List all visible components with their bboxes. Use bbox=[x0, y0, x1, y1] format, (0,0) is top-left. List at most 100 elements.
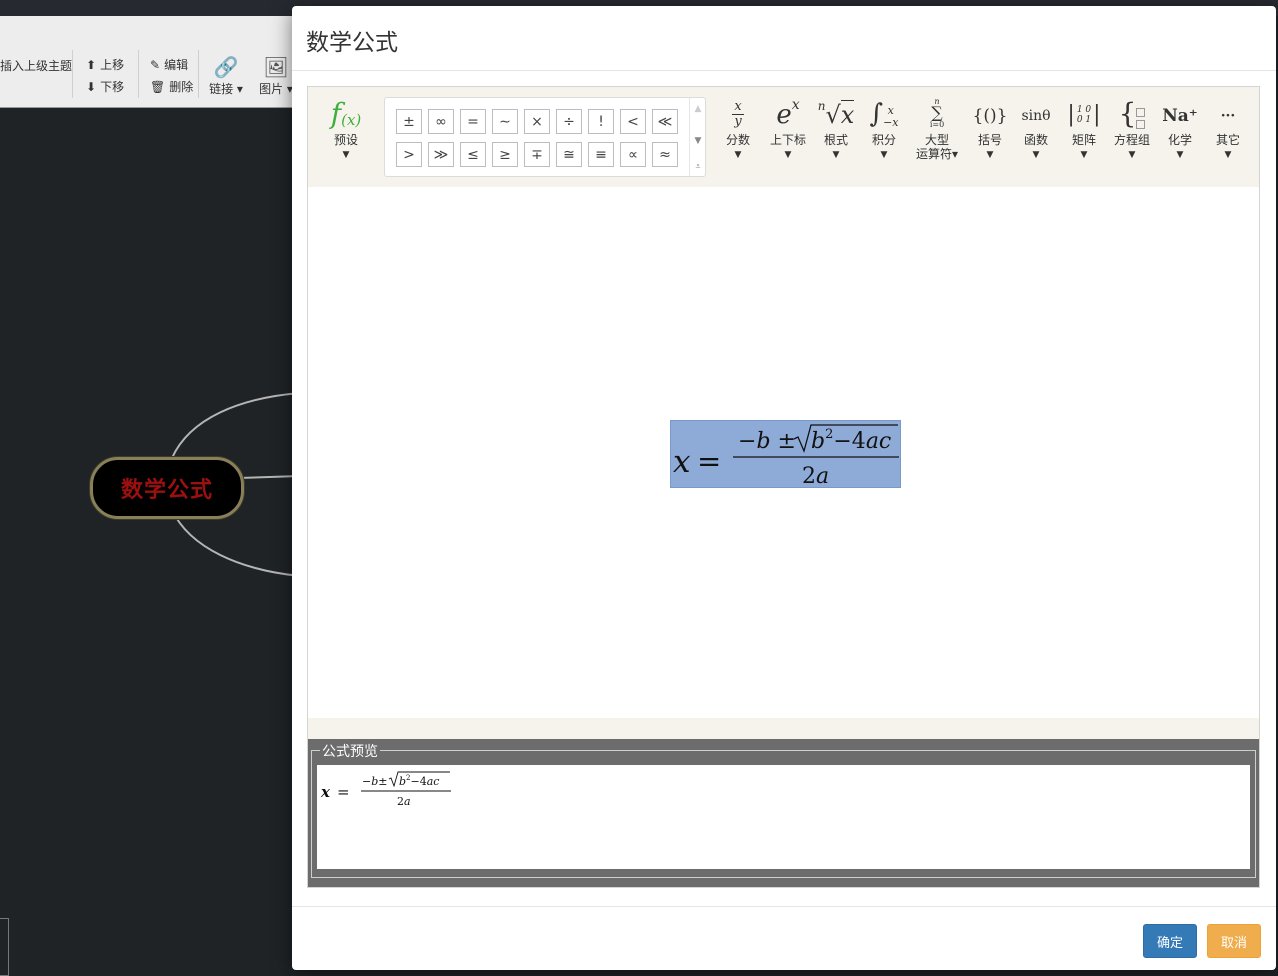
caret-down-icon: ▼ bbox=[986, 150, 994, 160]
caret-down-icon: ▼ bbox=[1128, 150, 1136, 160]
svg-text:−b±: −b± bbox=[362, 775, 387, 788]
central-topic-label: 数学公式 bbox=[120, 478, 213, 503]
symbol-button[interactable]: ∼ bbox=[492, 109, 518, 134]
matrix-button[interactable]: | 1 00 1 | 矩阵 ▼ bbox=[1064, 95, 1104, 161]
symbol-panel: ± ∞ = ∼ × ÷! < ≪ > ≫ ≤ ≥ ∓ ≅ ≡ ∝ ≈ ▲ ▼ ⩡ bbox=[384, 97, 706, 177]
preset-label: 预设 bbox=[333, 133, 358, 147]
svg-text:x: x bbox=[320, 783, 331, 801]
move-up-button[interactable]: ⬆ 上移 bbox=[86, 56, 124, 73]
svg-text:b2−4ac: b2−4ac bbox=[399, 774, 439, 788]
symbol-button[interactable]: ≈ bbox=[652, 142, 678, 167]
preset-button[interactable]: f (x) 预设 ▼ bbox=[322, 95, 370, 161]
caret-down-icon: ▼ bbox=[1080, 150, 1088, 160]
chemistry-label: 化学 bbox=[1167, 133, 1192, 147]
formula-preview-render: x = −b± b2−4ac 2a bbox=[320, 771, 451, 808]
symbol-button[interactable]: ≫ bbox=[428, 142, 454, 167]
sin-theta-icon: sinθ bbox=[1021, 108, 1051, 124]
integral-button[interactable]: ∫ x −x 积分 ▼ bbox=[864, 95, 904, 161]
symbol-button[interactable]: ≅ bbox=[556, 142, 582, 167]
symbol-button[interactable]: > bbox=[396, 142, 422, 167]
other-button[interactable]: ··· 其它 ▼ bbox=[1208, 95, 1248, 161]
more-icon: ··· bbox=[1220, 108, 1236, 124]
caret-down-icon: ▼ bbox=[784, 150, 792, 160]
central-topic-node[interactable]: 数学公式 bbox=[90, 457, 244, 519]
edit-label: 编辑 bbox=[164, 58, 189, 72]
math-formula-dialog: 数学公式 f (x) 预设 ▼ ± ∞ = ∼ × ÷! < ≪ > ≫ ≤ ≥ ∓ ≅ ≡ ∝ ≈ ▲ ▼ ⩡ bbox=[292, 6, 1276, 970]
caret-down-icon: ▼ bbox=[1032, 150, 1040, 160]
symbol-button[interactable]: ± bbox=[396, 109, 422, 134]
mindmap-connectors bbox=[171, 392, 300, 577]
chemistry-icon: Na⁺ bbox=[1162, 106, 1198, 126]
preview-legend: 公式预览 bbox=[320, 741, 380, 761]
insert-parent-topic-button[interactable]: 插入上级主题 bbox=[0, 57, 72, 74]
formula-preview: x = −b± b2−4ac 2a bbox=[317, 765, 1250, 869]
fraction-button[interactable]: xy 分数 ▼ bbox=[718, 95, 758, 161]
move-up-label: 上移 bbox=[100, 58, 125, 72]
bracket-icon: {()} bbox=[972, 106, 1008, 126]
caret-down-icon: ▼ bbox=[832, 150, 840, 160]
equation-system-label: 方程组 bbox=[1113, 133, 1150, 147]
symbol-button[interactable]: = bbox=[460, 109, 486, 134]
function-fx-icon: f (x) bbox=[330, 97, 362, 130]
symbol-button[interactable]: ≥ bbox=[492, 142, 518, 167]
radical-button[interactable]: n √ x 根式 ▼ bbox=[816, 95, 856, 161]
fraction-icon: xy bbox=[718, 95, 758, 129]
large-operator-label-line1: 大型 bbox=[924, 133, 949, 147]
fraction-label: 分数 bbox=[725, 133, 750, 147]
caret-down-icon: ▼ bbox=[1176, 150, 1184, 160]
trash-icon: 🗑 bbox=[150, 79, 166, 94]
scroll-down-icon[interactable]: ▼ bbox=[690, 134, 706, 148]
caret-down-icon: ▼ bbox=[734, 150, 742, 160]
link-label: 链接 bbox=[209, 82, 234, 96]
symbol-button[interactable]: ≡ bbox=[588, 142, 614, 167]
large-operator-label: 大型 运算符▾ bbox=[912, 133, 962, 161]
link-button[interactable]: 🔗 链接 ▾ bbox=[204, 54, 248, 97]
svg-text:−b ±: −b ± bbox=[738, 429, 796, 454]
scroll-up-icon[interactable]: ▲ bbox=[690, 102, 706, 116]
app-toolbar: 插入上级主题 ⬆ 上移 ⬇ 下移 ✎ 编辑 🗑 删除 🔗 链接 ▾ 🖼 图片 ▾ bbox=[0, 16, 300, 108]
preview-fieldset: 公式预览 x = −b± b2−4ac 2a bbox=[311, 741, 1256, 878]
symbol-button[interactable]: ≤ bbox=[460, 142, 486, 167]
move-down-button[interactable]: ⬇ 下移 bbox=[86, 78, 124, 95]
caret-down-icon: ▼ bbox=[342, 150, 350, 160]
formula-edit-area[interactable]: x = −b ± b2−4ac 2a bbox=[308, 187, 1259, 718]
mindmap-canvas[interactable] bbox=[0, 108, 300, 974]
symbol-button[interactable]: < bbox=[620, 109, 646, 134]
function-button[interactable]: sinθ 函数 ▼ bbox=[1016, 95, 1056, 161]
chemistry-button[interactable]: Na⁺ 化学 ▼ bbox=[1160, 95, 1200, 161]
equation-system-button[interactable]: { 方程组 ▼ bbox=[1110, 95, 1154, 161]
expand-icon[interactable]: ⩡ bbox=[690, 160, 706, 174]
symbol-button[interactable]: × bbox=[524, 109, 550, 134]
other-label: 其它 bbox=[1215, 133, 1240, 147]
summation-icon: n ∑ i=0 bbox=[929, 97, 945, 129]
superscript-icon: ex bbox=[776, 97, 800, 130]
integral-label: 积分 bbox=[871, 133, 896, 147]
symbol-scrollbar[interactable]: ▲ ▼ ⩡ bbox=[689, 98, 706, 176]
symbol-button[interactable]: ≪ bbox=[652, 109, 678, 134]
arrow-up-icon: ⬆ bbox=[86, 57, 97, 72]
symbol-button[interactable]: ∓ bbox=[524, 142, 550, 167]
caret-down-icon: ▾ bbox=[951, 147, 959, 161]
cancel-button[interactable]: 取消 bbox=[1207, 924, 1261, 958]
bracket-button[interactable]: {()} 括号 ▼ bbox=[970, 95, 1010, 161]
script-button[interactable]: ex 上下标 ▼ bbox=[764, 95, 812, 161]
symbol-button[interactable]: ! bbox=[588, 109, 614, 134]
confirm-button[interactable]: 确定 bbox=[1143, 924, 1197, 958]
formula-toolbar: f (x) 预设 ▼ ± ∞ = ∼ × ÷! < ≪ > ≫ ≤ ≥ ∓ ≅ ≡ ∝ ≈ ▲ ▼ ⩡ xy bbox=[308, 87, 1259, 187]
svg-text:=: = bbox=[697, 444, 721, 478]
symbol-button[interactable]: ÷ bbox=[556, 109, 582, 134]
svg-text:x: x bbox=[673, 444, 691, 480]
dialog-header: 数学公式 bbox=[292, 6, 1276, 71]
svg-text:2a: 2a bbox=[802, 464, 829, 487]
formula-editor: f (x) 预设 ▼ ± ∞ = ∼ × ÷! < ≪ > ≫ ≤ ≥ ∓ ≅ ≡ ∝ ≈ ▲ ▼ ⩡ xy bbox=[307, 86, 1260, 888]
edit-button[interactable]: ✎ 编辑 bbox=[150, 56, 188, 73]
symbol-button[interactable]: ∞ bbox=[428, 109, 454, 134]
radical-icon: n √ x bbox=[817, 99, 855, 129]
large-operator-button[interactable]: n ∑ i=0 大型 运算符▾ bbox=[912, 95, 962, 161]
matrix-icon: | 1 00 1 | bbox=[1067, 102, 1101, 127]
delete-button[interactable]: 🗑 删除 bbox=[150, 78, 193, 95]
caret-down-icon: ▼ bbox=[880, 150, 888, 160]
selected-formula[interactable]: x = −b ± b2−4ac 2a bbox=[670, 420, 901, 489]
edit-icon: ✎ bbox=[150, 57, 161, 72]
symbol-button[interactable]: ∝ bbox=[620, 142, 646, 167]
